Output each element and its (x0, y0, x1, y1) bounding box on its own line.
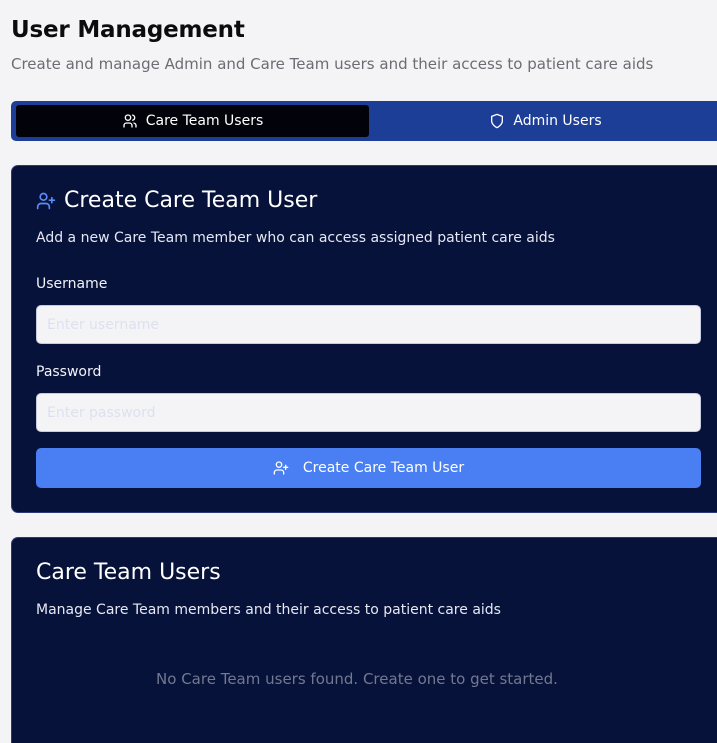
page-subtitle: Create and manage Admin and Care Team us… (11, 55, 654, 73)
button-label: Create Care Team User (302, 460, 465, 476)
user-type-tabs: Care Team Users Admin Users (11, 101, 717, 141)
password-label: Password (36, 364, 102, 380)
card-title: Care Team Users (36, 560, 221, 585)
empty-state-message: No Care Team users found. Create one to … (156, 670, 558, 688)
tab-care-team-users[interactable]: Care Team Users (16, 105, 369, 137)
shield-icon (489, 113, 505, 129)
page-title: User Management (11, 17, 245, 43)
tab-label: Care Team Users (145, 113, 264, 129)
create-care-team-user-button[interactable]: Create Care Team User (36, 448, 701, 488)
card-title: Create Care Team User (64, 188, 318, 213)
users-icon (122, 113, 138, 129)
care-team-users-card: Care Team Users Manage Care Team members… (11, 537, 717, 743)
create-user-card: Create Care Team User Add a new Care Tea… (11, 165, 717, 513)
card-description: Manage Care Team members and their acces… (36, 602, 501, 618)
tab-label: Admin Users (513, 113, 602, 129)
username-input[interactable] (36, 305, 701, 344)
user-plus-icon (36, 191, 56, 211)
page: User Management Create and manage Admin … (0, 0, 717, 743)
password-input[interactable] (36, 393, 701, 432)
user-plus-icon (273, 460, 289, 476)
card-header: Care Team Users (36, 560, 221, 585)
card-header: Create Care Team User (36, 188, 317, 213)
card-description: Add a new Care Team member who can acces… (36, 230, 555, 246)
username-label: Username (36, 276, 108, 292)
tab-admin-users[interactable]: Admin Users (369, 105, 717, 137)
